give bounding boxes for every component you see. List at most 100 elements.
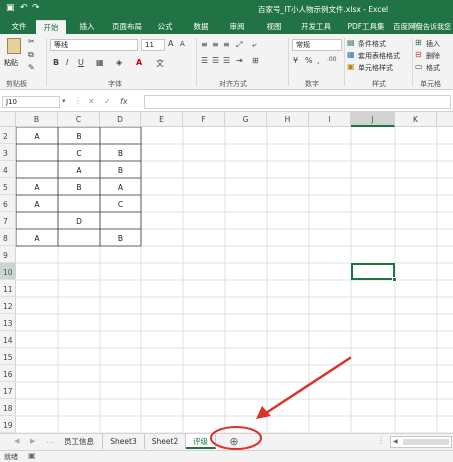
increase-font-icon[interactable]: A (168, 39, 173, 48)
percent-icon[interactable]: % (305, 56, 313, 65)
enter-icon[interactable]: ✓ (104, 97, 111, 106)
sheet-tab-0[interactable]: 员工信息 (56, 434, 103, 449)
cell-B8[interactable]: A (16, 229, 58, 246)
indent-icon[interactable]: ⇥ (236, 56, 243, 65)
align-left-icon[interactable]: ☰ (201, 56, 208, 65)
cell-B2[interactable]: A (16, 127, 58, 144)
sheet-tab-2[interactable]: Sheet2 (145, 434, 186, 449)
column-header-E[interactable]: E (141, 112, 183, 127)
delete-cells-button[interactable]: 删除 (426, 51, 440, 61)
row-header-3[interactable]: 3 (0, 144, 16, 161)
row-header-17[interactable]: 17 (0, 382, 16, 399)
cut-icon[interactable]: ✂ (28, 37, 35, 46)
sheet-tab-1[interactable]: Sheet3 (103, 434, 145, 449)
fill-color-icon[interactable]: ◈ (116, 58, 122, 67)
tab-dots-icon[interactable]: … (46, 436, 54, 445)
sheet-menu-icon[interactable]: ⋮ (377, 436, 385, 445)
align-middle-icon[interactable]: ≡ (212, 40, 219, 49)
cell-B6[interactable]: A (16, 195, 58, 212)
fill-handle[interactable] (392, 277, 397, 282)
row-header-10[interactable]: 10 (0, 263, 16, 280)
tab-10[interactable]: 百度网盘 (390, 20, 426, 34)
name-box-dropdown-icon[interactable]: ▾ (62, 97, 66, 105)
cell-D6[interactable]: C (100, 195, 141, 212)
decrease-font-icon[interactable]: A (180, 40, 185, 48)
merge-center-icon[interactable]: ⊞ (252, 56, 259, 65)
cell-D3[interactable]: B (100, 144, 141, 161)
column-header-J[interactable]: J (351, 112, 395, 127)
scroll-left-icon[interactable]: ◀ (14, 437, 19, 445)
row-header-14[interactable]: 14 (0, 331, 16, 348)
tab-4[interactable]: 公式 (148, 20, 182, 34)
paste-button[interactable]: 粘贴 (4, 38, 24, 74)
row-header-5[interactable]: 5 (0, 178, 16, 195)
row-header-11[interactable]: 11 (0, 280, 16, 297)
tab-0[interactable]: 文件 (4, 20, 34, 34)
scroll-right-icon[interactable]: ▶ (30, 437, 35, 445)
cell-D5[interactable]: A (100, 178, 141, 195)
cell-D4[interactable]: B (100, 161, 141, 178)
tab-1[interactable]: 开始 (36, 20, 66, 34)
align-center-icon[interactable]: ☰ (212, 56, 219, 65)
row-header-13[interactable]: 13 (0, 314, 16, 331)
tab-9[interactable]: PDF工具集 (344, 20, 388, 34)
cell-C7[interactable]: D (58, 212, 100, 229)
macro-record-icon[interactable]: ▣ (28, 451, 36, 460)
insert-function-icon[interactable]: fx (120, 97, 128, 106)
column-header-B[interactable]: B (16, 112, 58, 127)
cell-grid[interactable]: ABCBABABAACDAB (16, 127, 453, 433)
row-header-18[interactable]: 18 (0, 399, 16, 416)
tell-me-search[interactable]: 告诉我您 (423, 22, 451, 32)
phonetic-icon[interactable]: 文 (156, 58, 164, 69)
cell-C5[interactable]: B (58, 178, 100, 195)
borders-icon[interactable]: ▦ (96, 58, 104, 67)
italic-icon[interactable]: I (66, 58, 68, 67)
select-all-corner[interactable] (0, 112, 16, 127)
row-header-15[interactable]: 15 (0, 348, 16, 365)
row-header-9[interactable]: 9 (0, 246, 16, 263)
comma-style-icon[interactable]: , (317, 56, 320, 65)
conditional-format-button[interactable]: 条件格式 (358, 39, 386, 49)
cell-B5[interactable]: A (16, 178, 58, 195)
tab-2[interactable]: 插入 (68, 20, 106, 34)
format-as-table-button[interactable]: 套用表格格式 (358, 51, 400, 61)
row-header-4[interactable]: 4 (0, 161, 16, 178)
row-header-2[interactable]: 2 (0, 127, 16, 144)
row-header-16[interactable]: 16 (0, 365, 16, 382)
column-header-H[interactable]: H (267, 112, 309, 127)
column-header-G[interactable]: G (225, 112, 267, 127)
row-header-12[interactable]: 12 (0, 297, 16, 314)
tab-3[interactable]: 页面布局 (108, 20, 146, 34)
cell-styles-button[interactable]: 单元格样式 (358, 63, 393, 73)
column-header-F[interactable]: F (183, 112, 225, 127)
insert-cells-button[interactable]: 插入 (426, 39, 440, 49)
tab-5[interactable]: 数据 (184, 20, 218, 34)
save-icon[interactable]: ▣ (6, 3, 15, 13)
row-header-19[interactable]: 19 (0, 416, 16, 433)
cell-C2[interactable]: B (58, 127, 100, 144)
scrollbar-thumb[interactable] (403, 439, 449, 445)
row-header-7[interactable]: 7 (0, 212, 16, 229)
number-format-select[interactable]: 常规 (292, 39, 342, 51)
orientation-icon[interactable]: ⤢ (236, 40, 242, 50)
scrollbar-left-arrow-icon[interactable]: ◀ (393, 438, 398, 445)
align-top-icon[interactable]: ≡ (201, 40, 208, 49)
formula-input[interactable] (144, 95, 451, 109)
copy-icon[interactable]: ⧉ (28, 50, 34, 60)
tab-7[interactable]: 视图 (258, 20, 290, 34)
format-painter-icon[interactable]: ✎ (28, 63, 35, 72)
underline-icon[interactable]: U (78, 58, 84, 67)
redo-icon[interactable]: ↷ (32, 3, 40, 13)
name-box[interactable]: J10 (2, 96, 60, 108)
font-color-icon[interactable]: A (136, 58, 142, 67)
column-header-C[interactable]: C (58, 112, 100, 127)
active-cell-selection[interactable] (351, 263, 397, 282)
bold-icon[interactable]: B (53, 58, 59, 67)
column-header-K[interactable]: K (395, 112, 437, 127)
font-name-select[interactable]: 等线 (50, 39, 138, 51)
new-sheet-button[interactable]: ⊕ (226, 435, 242, 449)
cell-D8[interactable]: B (100, 229, 141, 246)
cancel-icon[interactable]: ✕ (88, 97, 95, 106)
align-bottom-icon[interactable]: ≡ (223, 40, 230, 49)
row-header-6[interactable]: 6 (0, 195, 16, 212)
